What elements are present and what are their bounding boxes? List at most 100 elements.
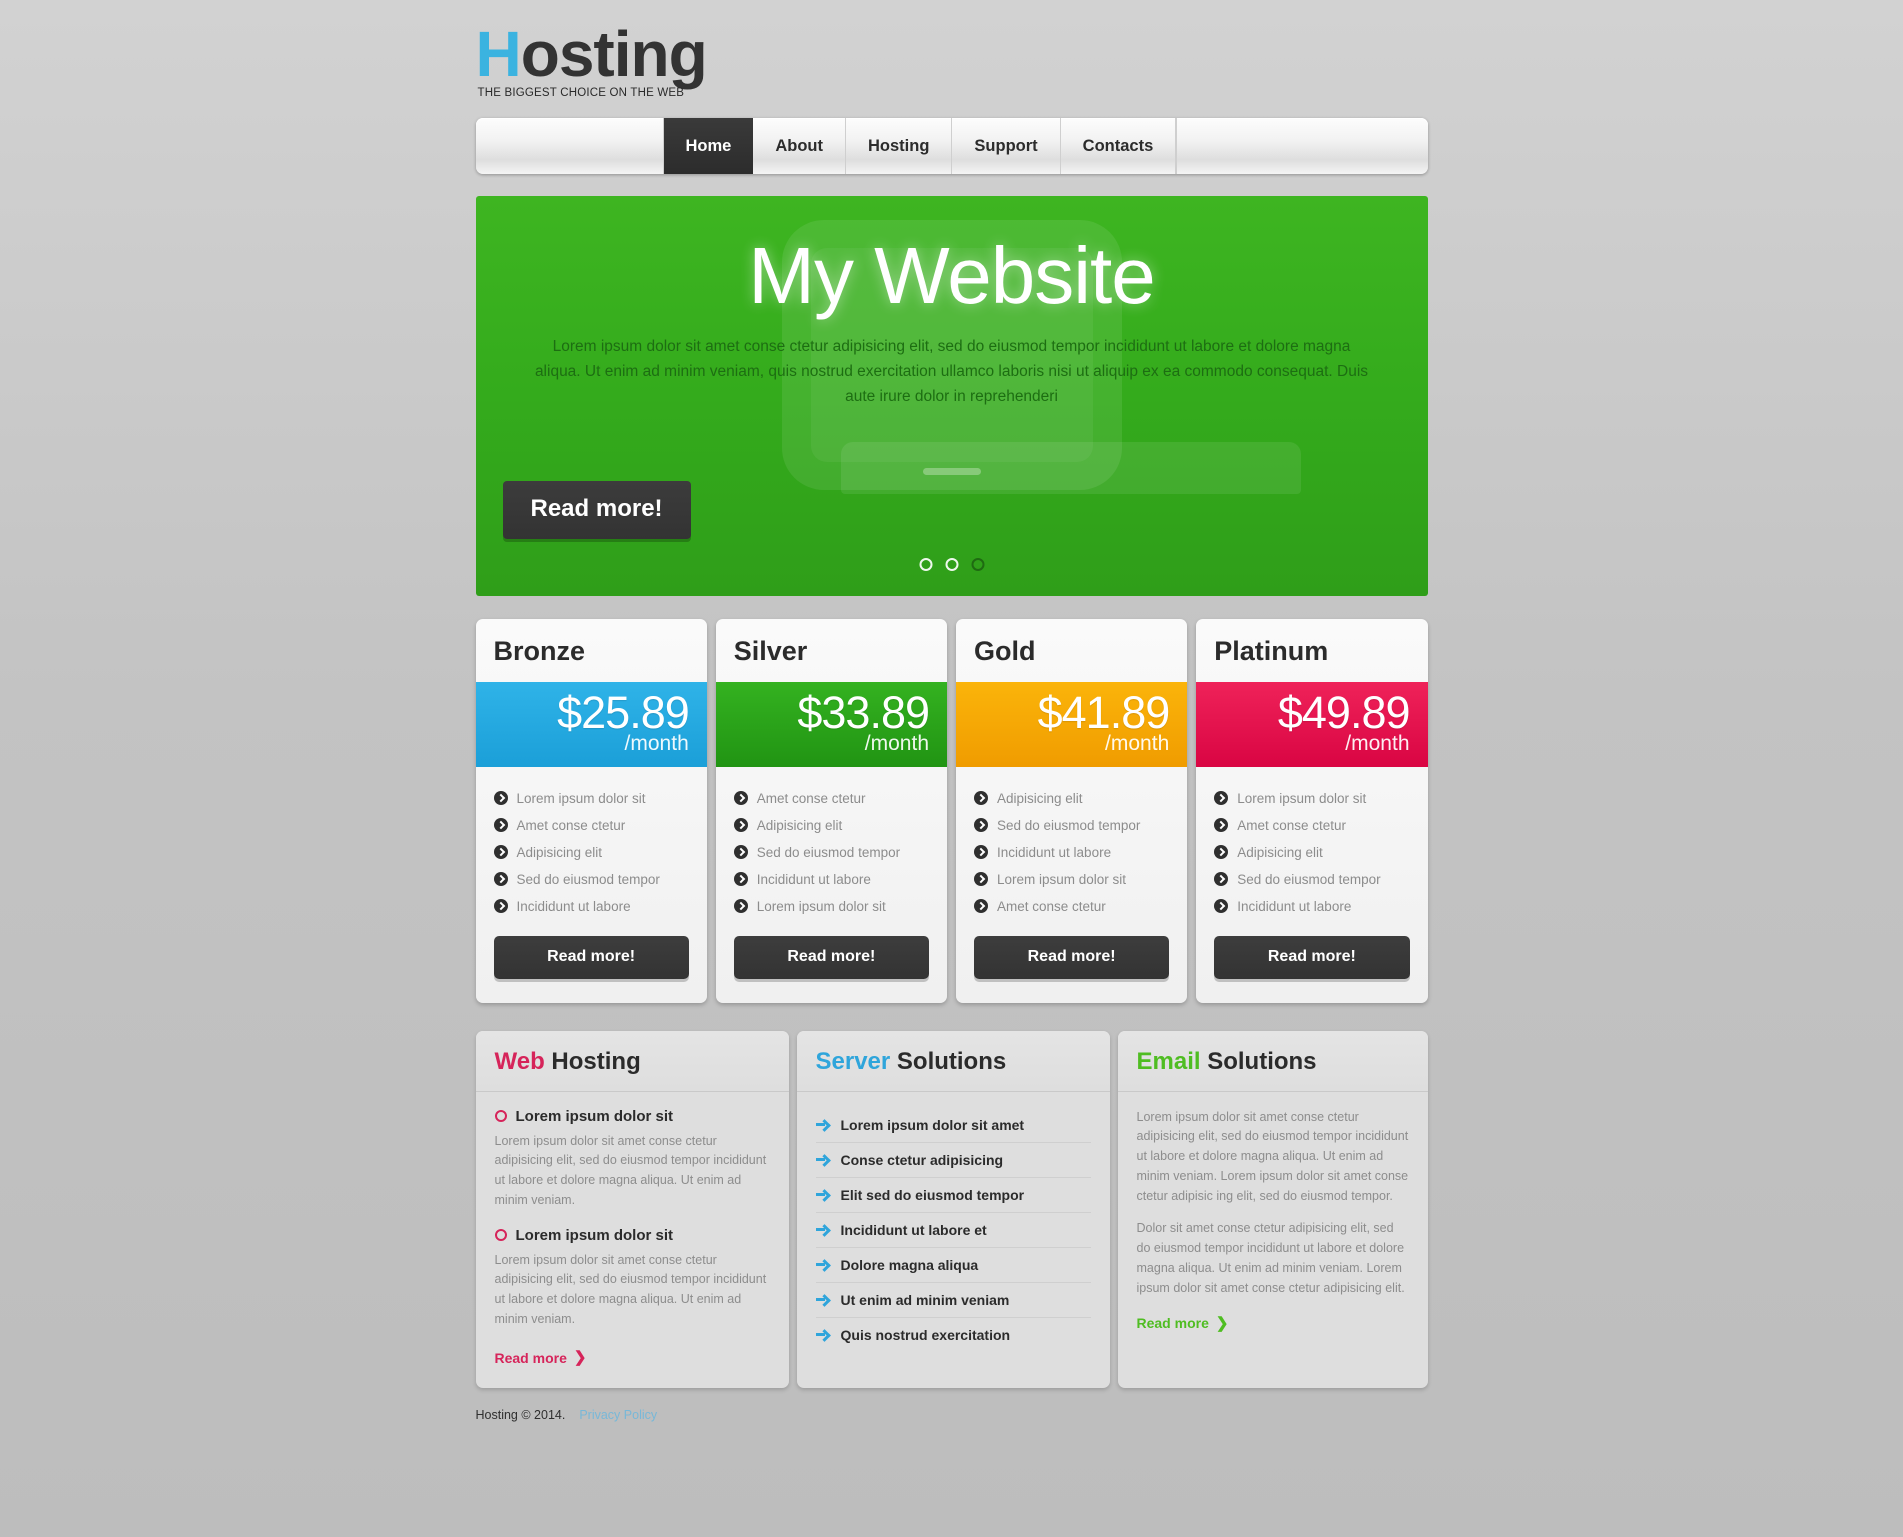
plan-read-more-button[interactable]: Read more! xyxy=(1214,935,1410,979)
hero-content: My Website Lorem ipsum dolor sit amet co… xyxy=(476,196,1428,409)
slider-pagination xyxy=(919,558,984,571)
read-more-label: Read more xyxy=(1136,1315,1209,1332)
list-item[interactable]: Ut enim ad minim veniam xyxy=(815,1283,1091,1318)
list-item-label: Incididunt ut labore et xyxy=(840,1221,987,1238)
feature-label: Incididunt ut labore xyxy=(997,844,1112,860)
plan-feature-list: Lorem ipsum dolor sit Amet conse ctetur … xyxy=(476,767,707,926)
pricing-plan-gold: Gold $41.89 /month Adipisicing elit Sed … xyxy=(956,619,1188,1003)
arrow-right-icon xyxy=(815,1154,830,1166)
plan-price-amount: $33.89 xyxy=(797,687,930,738)
plan-name: Silver xyxy=(733,636,808,666)
list-item[interactable]: Dolore magna aliqua xyxy=(815,1248,1091,1283)
plan-price-amount: $25.89 xyxy=(557,687,690,738)
feature-label: Lorem ipsum dolor sit xyxy=(756,898,886,914)
chevron-right-icon: ❯ xyxy=(1215,1314,1229,1332)
plan-button-wrap: Read more! xyxy=(476,926,707,1003)
privacy-policy-link[interactable]: Privacy Policy xyxy=(579,1408,657,1422)
list-item-label: Dolore magna aliqua xyxy=(840,1256,979,1273)
list-item: Incididunt ut labore xyxy=(733,866,929,893)
hero-slider: My Website Lorem ipsum dolor sit amet co… xyxy=(475,196,1428,596)
arrow-right-icon xyxy=(815,1224,830,1236)
nav-item-hosting[interactable]: Hosting xyxy=(846,118,953,174)
hero-read-more-button[interactable]: Read more! xyxy=(502,481,691,539)
column-title: Server Solutions xyxy=(796,1030,1110,1092)
ring-bullet-icon xyxy=(494,1110,507,1123)
nav-item-home[interactable]: Home xyxy=(663,118,754,174)
feature-heading: Lorem ipsum dolor sit xyxy=(494,1226,770,1244)
list-item: Incididunt ut labore xyxy=(493,893,689,920)
feature-label: Amet conse ctetur xyxy=(756,790,866,806)
read-more-link-web[interactable]: Read more ❯ xyxy=(495,1350,587,1366)
arrow-circle-icon xyxy=(493,899,508,914)
arrow-circle-icon xyxy=(1214,845,1229,860)
list-item: Amet conse ctetur xyxy=(493,812,689,839)
plan-name: Bronze xyxy=(493,636,586,666)
site-header: Hosting THE BIGGEST CHOICE ON THE WEB xyxy=(476,0,1428,99)
list-item[interactable]: Incididunt ut labore et xyxy=(815,1213,1091,1248)
read-more-link-email[interactable]: Read more ❯ xyxy=(1137,1315,1229,1331)
arrow-circle-icon xyxy=(733,791,748,806)
list-item: Sed do eiusmod tempor xyxy=(493,866,689,893)
nav-spacer-left xyxy=(476,118,664,174)
arrow-circle-icon xyxy=(1214,818,1229,833)
copyright-text: Hosting © 2014. xyxy=(475,1407,566,1422)
list-item: Adipisicing elit xyxy=(493,839,689,866)
list-item: Incididunt ut labore xyxy=(974,839,1169,866)
plan-price: $25.89 /month xyxy=(475,682,707,767)
email-paragraph: Dolor sit amet conse ctetur adipisicing … xyxy=(1136,1221,1405,1295)
info-columns: Web Hosting Lorem ipsum dolor sit Lorem … xyxy=(475,1030,1428,1388)
plan-feature-list: Amet conse ctetur Adipisicing elit Sed d… xyxy=(716,767,947,926)
ring-bullet-icon xyxy=(494,1229,507,1242)
feature-label: Adipisicing elit xyxy=(756,817,843,833)
list-item[interactable]: Lorem ipsum dolor sit amet xyxy=(815,1108,1091,1143)
plan-read-more-button[interactable]: Read more! xyxy=(493,935,689,979)
feature-label: Sed do eiusmod tempor xyxy=(1237,871,1381,887)
arrow-right-icon xyxy=(815,1329,830,1341)
feature-label: Adipisicing elit xyxy=(1237,844,1323,860)
arrow-right-icon xyxy=(815,1189,830,1201)
list-item: Lorem ipsum dolor sit xyxy=(1214,785,1409,812)
list-item[interactable]: Conse ctetur adipisicing xyxy=(815,1143,1091,1178)
feature-label: Incididunt ut labore xyxy=(1237,898,1352,914)
list-item: Sed do eiusmod tempor xyxy=(733,839,929,866)
list-item-label: Conse ctetur adipisicing xyxy=(840,1151,1004,1168)
column-body: Lorem ipsum dolor sit amet Conse ctetur … xyxy=(797,1092,1110,1388)
arrow-circle-icon xyxy=(493,872,508,887)
arrow-circle-icon xyxy=(974,845,988,860)
hero-description: Lorem ipsum dolor sit amet conse ctetur … xyxy=(534,338,1369,406)
arrow-circle-icon xyxy=(733,899,748,914)
feature-heading-label: Lorem ipsum dolor sit xyxy=(515,1226,674,1244)
plan-read-more-button[interactable]: Read more! xyxy=(733,935,929,979)
chevron-right-icon: ❯ xyxy=(573,1349,587,1367)
plan-price: $41.89 /month xyxy=(956,682,1188,767)
list-item: Lorem ipsum dolor sit xyxy=(733,893,929,920)
nav-item-about[interactable]: About xyxy=(753,118,846,174)
plan-price: $33.89 /month xyxy=(715,682,947,767)
plan-button-wrap: Read more! xyxy=(1196,926,1427,1003)
list-item: Incididunt ut labore xyxy=(1214,893,1409,920)
list-item-label: Ut enim ad minim veniam xyxy=(840,1291,1010,1308)
column-title-accent: Web xyxy=(494,1047,545,1075)
list-item-label: Lorem ipsum dolor sit amet xyxy=(840,1116,1025,1133)
feature-heading-label: Lorem ipsum dolor sit xyxy=(515,1107,674,1125)
arrow-right-icon xyxy=(815,1119,830,1131)
feature-paragraph: Lorem ipsum dolor sit amet conse ctetur … xyxy=(494,1133,767,1207)
feature-label: Amet conse ctetur xyxy=(1237,817,1347,833)
plan-read-more-button[interactable]: Read more! xyxy=(974,935,1170,979)
monitor-graphic-bar xyxy=(922,468,981,475)
list-item: Adipisicing elit xyxy=(974,785,1169,812)
nav-item-contacts[interactable]: Contacts xyxy=(1061,118,1177,174)
page-root: Hosting THE BIGGEST CHOICE ON THE WEB Ho… xyxy=(0,0,1903,1446)
feature-label: Incididunt ut labore xyxy=(516,898,631,914)
feature-label: Sed do eiusmod tempor xyxy=(997,817,1141,833)
list-item: Amet conse ctetur xyxy=(733,785,929,812)
slider-dot-1[interactable] xyxy=(919,558,932,571)
site-logo[interactable]: Hosting xyxy=(476,22,1428,86)
slider-dot-2[interactable] xyxy=(945,558,958,571)
list-item[interactable]: Elit sed do eiusmod tempor xyxy=(815,1178,1091,1213)
slider-dot-3[interactable] xyxy=(971,558,984,571)
arrow-right-icon xyxy=(815,1259,830,1271)
list-item[interactable]: Quis nostrud exercitation xyxy=(815,1318,1091,1352)
arrow-circle-icon xyxy=(974,899,988,914)
nav-item-support[interactable]: Support xyxy=(952,118,1061,174)
